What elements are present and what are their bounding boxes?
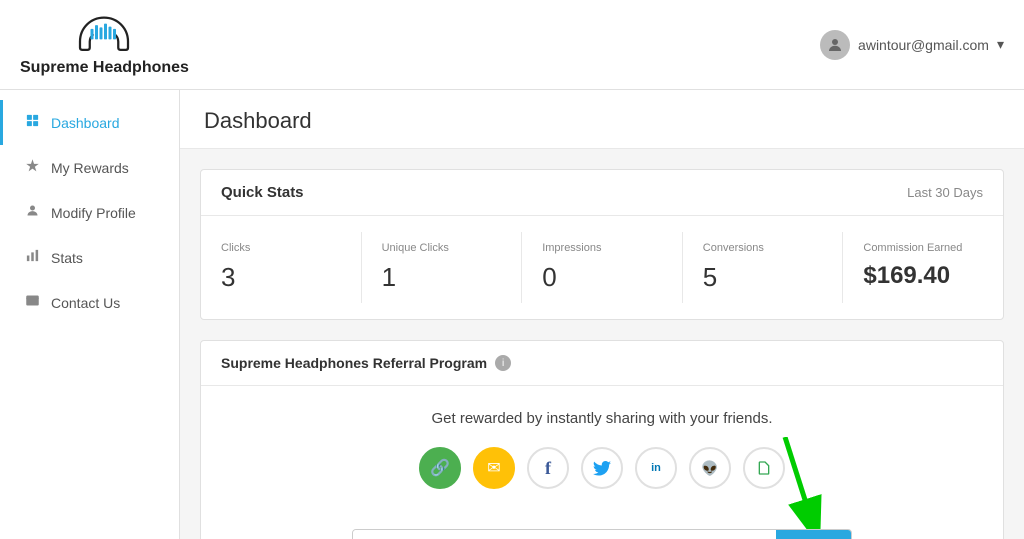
stat-clicks-value: 3 — [221, 262, 341, 293]
referral-header: Supreme Headphones Referral Program i — [201, 341, 1003, 386]
sidebar-label-modify-profile: Modify Profile — [51, 205, 136, 221]
sidebar-label-stats: Stats — [51, 250, 83, 266]
stat-commission-value: $169.40 — [863, 262, 983, 290]
share-email-button[interactable]: ✉ — [473, 447, 515, 489]
stats-row: Clicks 3 Unique Clicks 1 Impressions 0 C… — [201, 216, 1003, 319]
sidebar: Dashboard My Rewards Modify Profile Stat… — [0, 90, 180, 539]
share-buttons: 🔗 ✉ f in 👽 — [419, 447, 785, 489]
referral-url-input[interactable] — [353, 530, 776, 539]
stat-commission-label: Commission Earned — [863, 242, 983, 254]
stat-unique-clicks-label: Unique Clicks — [382, 242, 502, 254]
header: Supreme Headphones awintour@gmail.com ▾ — [0, 0, 1024, 90]
quick-stats-header: Quick Stats Last 30 Days — [201, 170, 1003, 216]
stat-clicks: Clicks 3 — [201, 232, 362, 303]
sidebar-item-dashboard[interactable]: Dashboard — [0, 100, 179, 145]
user-menu[interactable]: awintour@gmail.com ▾ — [820, 30, 1004, 60]
sidebar-item-contact-us[interactable]: Contact Us — [0, 280, 179, 325]
brand-name: Supreme Headphones — [20, 59, 189, 77]
referral-card: Supreme Headphones Referral Program i Ge… — [200, 340, 1004, 539]
share-link-button[interactable]: 🔗 — [419, 447, 461, 489]
stat-unique-clicks: Unique Clicks 1 — [362, 232, 523, 303]
main-content: Dashboard Quick Stats Last 30 Days Click… — [180, 90, 1024, 539]
dashboard-icon — [23, 113, 41, 132]
share-gdoc-button[interactable] — [743, 447, 785, 489]
share-facebook-button[interactable]: f — [527, 447, 569, 489]
dropdown-chevron: ▾ — [997, 36, 1004, 53]
stat-clicks-label: Clicks — [221, 242, 341, 254]
brand: Supreme Headphones — [20, 12, 189, 77]
stat-commission: Commission Earned $169.40 — [843, 232, 1003, 303]
quick-stats-card: Quick Stats Last 30 Days Clicks 3 Unique… — [200, 169, 1004, 320]
user-avatar — [820, 30, 850, 60]
stat-conversions-value: 5 — [703, 262, 823, 293]
content-area: Quick Stats Last 30 Days Clicks 3 Unique… — [180, 149, 1024, 539]
sidebar-item-stats[interactable]: Stats — [0, 235, 179, 280]
rewards-icon — [23, 158, 41, 177]
quick-stats-title: Quick Stats — [221, 184, 304, 201]
contact-icon — [23, 293, 41, 312]
brand-logo — [74, 12, 134, 57]
stat-unique-clicks-value: 1 — [382, 262, 502, 293]
share-linkedin-button[interactable]: in — [635, 447, 677, 489]
stat-conversions: Conversions 5 — [683, 232, 844, 303]
share-twitter-button[interactable] — [581, 447, 623, 489]
url-row: COPY — [352, 529, 852, 539]
referral-title: Supreme Headphones Referral Program — [221, 355, 487, 371]
sidebar-label-my-rewards: My Rewards — [51, 160, 129, 176]
sidebar-item-modify-profile[interactable]: Modify Profile — [0, 190, 179, 235]
stats-icon — [23, 248, 41, 267]
stat-conversions-label: Conversions — [703, 242, 823, 254]
copy-button[interactable]: COPY — [776, 530, 851, 539]
share-reddit-button[interactable]: 👽 — [689, 447, 731, 489]
sidebar-item-my-rewards[interactable]: My Rewards — [0, 145, 179, 190]
stat-impressions: Impressions 0 — [522, 232, 683, 303]
page-title: Dashboard — [180, 90, 1024, 149]
stat-impressions-value: 0 — [542, 262, 662, 293]
info-icon[interactable]: i — [495, 355, 511, 371]
referral-tagline: Get rewarded by instantly sharing with y… — [221, 410, 983, 427]
stat-impressions-label: Impressions — [542, 242, 662, 254]
referral-body: Get rewarded by instantly sharing with y… — [201, 386, 1003, 539]
profile-icon — [23, 203, 41, 222]
sidebar-label-dashboard: Dashboard — [51, 115, 120, 131]
layout: Dashboard My Rewards Modify Profile Stat… — [0, 90, 1024, 539]
sidebar-label-contact-us: Contact Us — [51, 295, 120, 311]
quick-stats-period: Last 30 Days — [907, 185, 983, 200]
user-email: awintour@gmail.com — [858, 37, 989, 53]
